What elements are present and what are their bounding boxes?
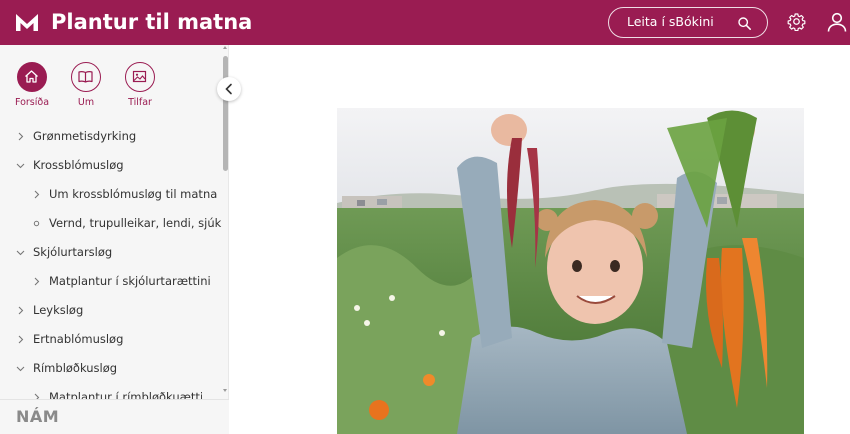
toc-item-skjolurtarslog[interactable]: Skjólurtarsløg <box>16 244 221 264</box>
toc-item-label: Leyksløg <box>33 303 84 317</box>
toc-item-label: Vernd, trupulleikar, lendi, sjúk… <box>49 216 222 230</box>
chevron-down-icon <box>16 366 25 372</box>
toc-item-label: Krossblómusløg <box>33 158 124 172</box>
chevron-right-icon <box>18 306 24 315</box>
sidebar-scrollbar-thumb[interactable] <box>223 56 228 171</box>
chevron-down-icon <box>16 163 25 169</box>
chevron-right-icon <box>34 190 40 199</box>
nam-logo: NÁM <box>16 407 60 426</box>
toc-item-gronmetisdyrking[interactable]: Grønmetisdyrking <box>16 128 221 148</box>
user-icon[interactable] <box>827 12 847 32</box>
toc-item-label: Matplantur í skjólurtarættini <box>49 274 211 288</box>
collapse-sidebar-button[interactable] <box>217 77 241 101</box>
m-logo-icon[interactable] <box>15 12 39 32</box>
scroll-up-arrow[interactable] <box>223 46 227 49</box>
nav-forsida-label: Forsíða <box>14 97 50 108</box>
search-button[interactable]: Leita í sBókini <box>608 7 768 38</box>
toc-item-label: Grønmetisdyrking <box>33 129 137 143</box>
chevron-right-icon <box>34 277 40 286</box>
toc-item-rimblodkuslog[interactable]: Rímbløðkusløg <box>16 360 221 380</box>
home-icon <box>25 70 38 83</box>
toc-item-label: Matplantur í rímbløðkuættini <box>49 390 202 399</box>
chevron-left-icon <box>225 83 232 95</box>
cover-photo <box>337 108 804 434</box>
toc-item-label: Skjólurtarsløg <box>33 245 113 259</box>
search-icon <box>738 17 751 30</box>
toc-item-label: Ertnablómusløg <box>33 332 124 346</box>
image-icon <box>132 70 147 83</box>
nav-forsida-button[interactable]: Forsíða <box>7 62 57 108</box>
book-icon <box>78 71 93 83</box>
sidebar: Forsíða Um Tilfar Grønmetisdyrking Kross… <box>0 45 229 434</box>
toc-item-um-krossblomuslog[interactable]: Um krossblómusløg til matna <box>32 186 222 206</box>
bullet-icon <box>33 220 40 227</box>
sidebar-footer: NÁM <box>0 399 229 434</box>
nav-um-button[interactable]: Um <box>61 62 111 108</box>
toc-item-matplantur-skjolurt[interactable]: Matplantur í skjólurtarættini <box>32 273 222 293</box>
toc-item-krossblomuslog[interactable]: Krossblómusløg <box>16 157 221 177</box>
nav-tilfar-label: Tilfar <box>128 97 152 108</box>
scroll-down-arrow[interactable] <box>223 389 227 392</box>
nav-um-label: Um <box>77 97 95 108</box>
app-header: Plantur til matna Leita í sBókini <box>0 0 850 45</box>
search-label: Leita í sBókini <box>627 14 714 29</box>
nav-tilfar-button[interactable]: Tilfar <box>115 62 165 108</box>
toc-item-matplantur-rimblodku[interactable]: Matplantur í rímbløðkuættini <box>32 389 202 399</box>
toc-item-vernd[interactable]: Vernd, trupulleikar, lendi, sjúk… <box>32 215 222 235</box>
app-title: Plantur til matna <box>51 10 253 34</box>
chevron-right-icon <box>18 132 24 141</box>
toc-item-ertnablomuslog[interactable]: Ertnablómusløg <box>16 331 221 351</box>
toc-item-label: Rímbløðkusløg <box>33 361 118 375</box>
toc-item-label: Um krossblómusløg til matna <box>49 187 218 201</box>
toc-item-leykslog[interactable]: Leyksløg <box>16 302 221 322</box>
gear-icon[interactable] <box>787 12 806 31</box>
chevron-down-icon <box>16 250 25 256</box>
chevron-right-icon <box>18 335 24 344</box>
